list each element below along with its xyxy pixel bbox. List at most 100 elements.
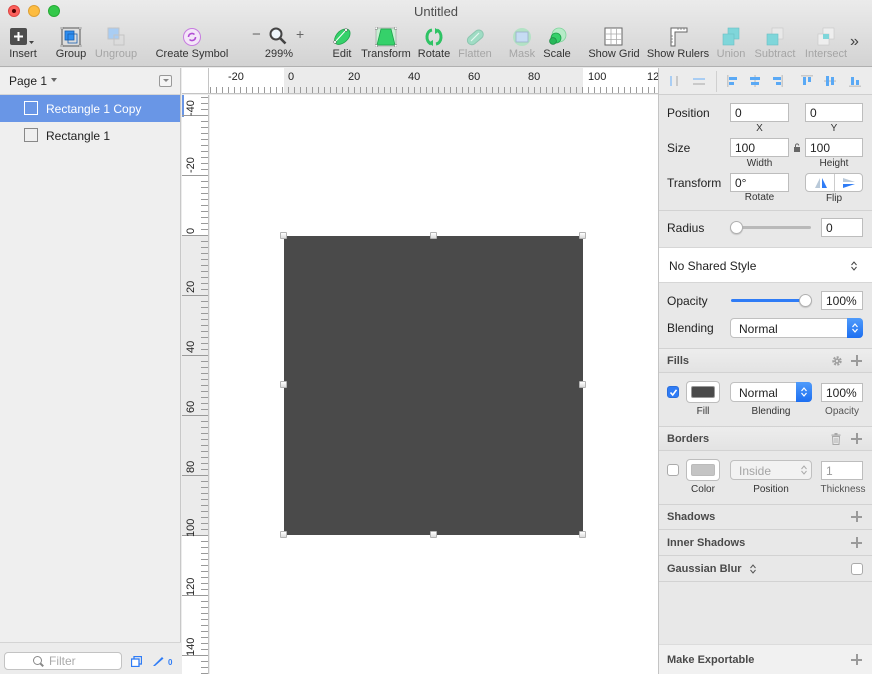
resize-handle-bottom[interactable] (430, 531, 437, 538)
transform-button[interactable]: Transform (360, 25, 412, 65)
edit-label: Edit (332, 48, 352, 60)
ruler-label: 60 (468, 71, 481, 83)
add-export-icon[interactable] (851, 654, 862, 665)
magnifier-icon (269, 27, 287, 45)
resize-handle-bottom-left[interactable] (280, 531, 287, 538)
opacity-input[interactable] (821, 291, 863, 310)
flip-control (805, 173, 863, 192)
align-center-horizontal-icon[interactable] (748, 74, 762, 88)
flip-vertical-icon[interactable] (841, 177, 857, 189)
zoom-in-button[interactable]: + (296, 26, 304, 42)
flatten-button[interactable]: Flatten (456, 25, 494, 65)
zoom-level[interactable]: 299% (250, 48, 308, 60)
shared-style-value: No Shared Style (669, 259, 757, 273)
create-symbol-button[interactable]: Create Symbol (154, 25, 230, 65)
fill-color-swatch[interactable] (686, 381, 720, 403)
toolbar-overflow-button[interactable]: » (850, 33, 859, 51)
filter-field[interactable] (4, 652, 122, 670)
canvas[interactable] (210, 95, 658, 674)
ruler-label: 0 (185, 227, 197, 234)
resize-handle-top[interactable] (430, 232, 437, 239)
add-fill-icon[interactable] (851, 355, 862, 366)
align-middle-icon[interactable] (823, 74, 837, 88)
border-thickness-input[interactable] (821, 461, 863, 480)
add-border-icon[interactable] (851, 433, 862, 444)
resize-handle-bottom-right[interactable] (579, 531, 586, 538)
insert-button[interactable]: Insert (4, 25, 42, 65)
fill-enabled-checkbox[interactable] (667, 386, 679, 398)
lock-ratio-icon[interactable] (793, 143, 801, 152)
flip-horizontal-icon[interactable] (813, 177, 829, 189)
height-input[interactable] (805, 138, 863, 157)
resize-handle-left[interactable] (280, 381, 287, 388)
page-selector[interactable]: Page 1 (0, 68, 180, 95)
blur-enabled-checkbox[interactable] (851, 563, 863, 575)
align-right-icon[interactable] (770, 74, 784, 88)
add-shadow-icon[interactable] (851, 511, 862, 522)
shared-style-select[interactable]: No Shared Style (659, 247, 872, 283)
inner-shadows-title: Inner Shadows (667, 537, 746, 549)
radius-input[interactable] (821, 218, 863, 237)
border-color-label: Color (691, 484, 715, 495)
x-position-input[interactable] (730, 103, 789, 122)
layer-item[interactable]: Rectangle 1 (0, 122, 180, 149)
slice-knife-icon[interactable] (152, 655, 164, 667)
y-position-input[interactable] (805, 103, 863, 122)
gear-icon[interactable] (831, 355, 843, 367)
trash-icon[interactable] (831, 433, 841, 445)
inspector-panel: Position X Y Size Width Height Transform… (658, 68, 872, 674)
symbols-filter-icon[interactable] (131, 656, 142, 667)
align-top-icon[interactable] (800, 74, 814, 88)
width-label: Width (746, 158, 773, 169)
layer-item[interactable]: Rectangle 1 Copy (0, 95, 180, 122)
radius-slider[interactable] (735, 226, 811, 229)
edit-button[interactable]: Edit (328, 25, 356, 65)
rotate-input[interactable] (730, 173, 789, 192)
show-grid-button[interactable]: Show Grid (586, 25, 642, 65)
insert-icon (10, 28, 34, 45)
align-left-icon[interactable] (726, 74, 740, 88)
distribute-vertical-icon[interactable] (692, 74, 706, 88)
ruler-label: 60 (185, 400, 197, 413)
intersect-button[interactable]: Intersect (802, 25, 850, 65)
resize-handle-right[interactable] (579, 381, 586, 388)
resize-handle-top-right[interactable] (579, 232, 586, 239)
add-inner-shadow-icon[interactable] (851, 537, 862, 548)
opacity-slider[interactable] (731, 299, 807, 302)
horizontal-ruler[interactable]: -20 0 20 40 60 80 100 12 (182, 68, 658, 94)
group-button[interactable]: Group (53, 25, 89, 65)
border-position-select[interactable]: Inside (730, 460, 812, 480)
ruler-label: 100 (588, 71, 607, 83)
chevron-updown-icon[interactable] (750, 564, 756, 574)
vertical-ruler[interactable]: -40 -20 0 20 40 60 80 100 120 140 (182, 95, 209, 674)
rotate-button[interactable]: Rotate (416, 25, 452, 65)
make-exportable-bar[interactable]: Make Exportable (659, 644, 872, 674)
mask-button[interactable]: Mask (507, 25, 537, 65)
filter-input[interactable] (49, 654, 119, 668)
blending-select[interactable]: Normal (730, 318, 863, 338)
opacity-slider-knob[interactable] (799, 294, 812, 307)
radius-slider-knob[interactable] (730, 221, 743, 234)
align-bottom-icon[interactable] (848, 74, 862, 88)
ruler-label: 20 (348, 71, 361, 83)
chevron-updown-icon (852, 323, 858, 333)
border-enabled-checkbox[interactable] (667, 464, 679, 476)
subtract-button[interactable]: Subtract (752, 25, 798, 65)
fill-opacity-input[interactable] (821, 383, 863, 402)
show-rulers-button[interactable]: Show Rulers (646, 25, 710, 65)
border-color-swatch[interactable] (686, 459, 720, 481)
gaussian-blur-title[interactable]: Gaussian Blur (667, 563, 742, 575)
zoom-out-button[interactable]: − (252, 26, 261, 43)
opacity-label: Opacity (667, 294, 708, 308)
ungroup-button[interactable]: Ungroup (93, 25, 139, 65)
selected-rectangle[interactable] (284, 236, 583, 535)
distribute-horizontal-icon[interactable] (667, 74, 681, 88)
union-button[interactable]: Union (714, 25, 748, 65)
collapse-pages-button[interactable] (159, 75, 172, 87)
width-input[interactable] (730, 138, 789, 157)
rectangle-layer-icon (24, 101, 38, 115)
ruler-label: 20 (185, 280, 197, 293)
resize-handle-top-left[interactable] (280, 232, 287, 239)
fill-blending-select[interactable]: Normal (730, 382, 812, 402)
scale-button[interactable]: Scale (541, 25, 573, 65)
